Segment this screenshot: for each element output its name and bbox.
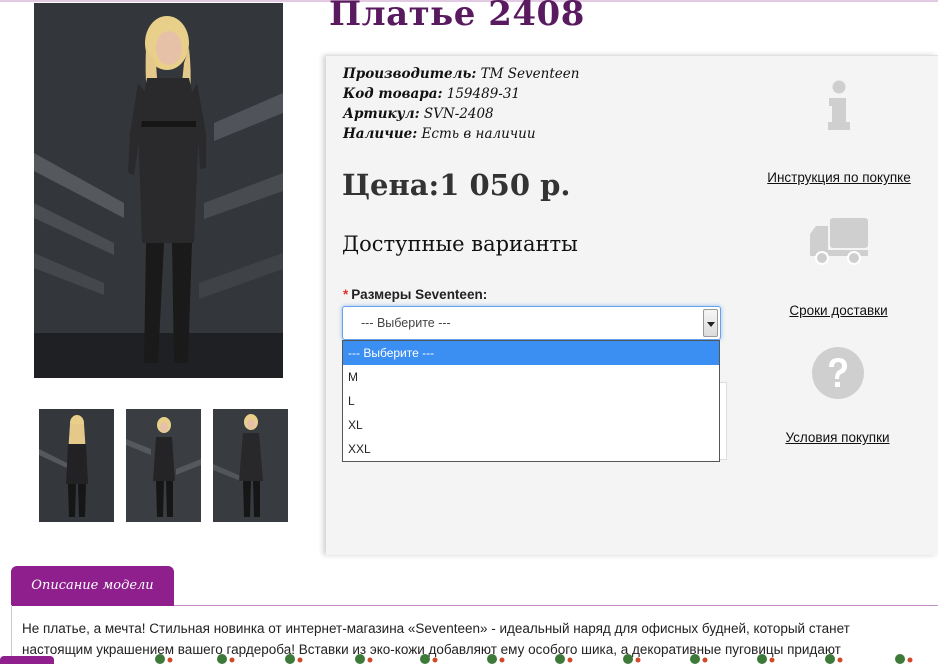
product-price: Цена:1 050 р. [342,168,571,202]
info-icon [828,80,850,130]
detail-label: Наличие: [343,126,418,142]
required-mark: * [343,287,349,302]
size-select-label: * Размеры Seventeen: [343,287,487,302]
detail-value: 159489-31 [446,86,521,102]
detail-product-code: Код товара: 159489-31 [343,84,579,104]
detail-label: Код товара: [343,86,443,102]
size-option[interactable]: M [343,365,719,389]
size-option[interactable]: XL [343,413,719,437]
scroll-top-tab[interactable] [0,656,54,664]
detail-label: Артикул: [343,106,420,122]
purchase-instructions[interactable]: Инструкция по покупке [760,80,918,185]
size-option[interactable]: XXL [343,437,719,461]
purchase-instructions-link[interactable]: Инструкция по покупке [760,170,918,185]
size-select-value: --- Выберите --- [361,316,451,330]
delivery-terms-link[interactable]: Сроки доставки [785,303,892,318]
holiday-garland [155,654,913,664]
question-icon [811,347,864,399]
product-details: Производитель: TM Seventeen Код товара: … [343,64,579,144]
purchase-conditions[interactable]: Условия покупки [780,346,895,445]
size-option[interactable]: L [343,389,719,413]
size-label-text: Размеры Seventeen: [351,287,488,302]
detail-availability: Наличие: Есть в наличии [343,124,579,144]
tab-model-description[interactable]: Описание модели [11,566,174,606]
chevron-down-icon[interactable] [703,309,718,337]
delivery-terms[interactable]: Сроки доставки [785,214,892,318]
product-thumbnail-front[interactable] [213,409,288,522]
product-thumbnail-side[interactable] [126,409,201,522]
product-title: Платье 2408 [329,0,585,34]
truck-icon [809,218,868,265]
purchase-conditions-link[interactable]: Условия покупки [780,430,895,445]
detail-value: Есть в наличии [421,126,536,142]
variants-heading: Доступные варианты [342,232,578,256]
product-thumbnail-back[interactable] [39,409,114,522]
product-main-photo[interactable] [34,3,283,378]
detail-value: TM Seventeen [480,66,580,82]
detail-value: SVN-2408 [423,106,494,122]
size-dropdown-list: --- Выберите --- M L XL XXL [342,340,720,462]
size-option[interactable]: --- Выберите --- [343,341,719,365]
size-select[interactable]: --- Выберите --- [342,306,721,340]
detail-label: Производитель: [343,66,477,82]
detail-article: Артикул: SVN-2408 [343,104,579,124]
detail-manufacturer: Производитель: TM Seventeen [343,64,579,84]
